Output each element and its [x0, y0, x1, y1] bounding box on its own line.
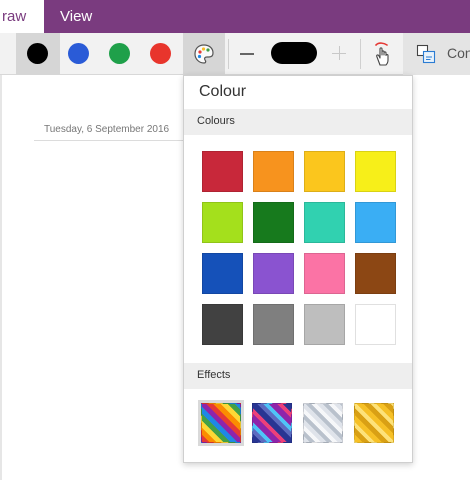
- colour-flyout: Colour Colours Effects: [183, 75, 413, 463]
- colour-swatch[interactable]: [355, 151, 396, 192]
- effect-gold-button[interactable]: [351, 400, 397, 446]
- convert-icon: [413, 33, 439, 75]
- colour-swatch[interactable]: [355, 304, 396, 345]
- tab-view[interactable]: View: [60, 0, 92, 33]
- page-date: Tuesday, 6 September 2016: [44, 124, 170, 135]
- effect-rainbow-swatch: [201, 403, 241, 443]
- colour-swatch[interactable]: [355, 202, 396, 243]
- palette-icon: [183, 33, 225, 75]
- tab-draw[interactable]: raw: [0, 0, 44, 33]
- effects-row: [198, 400, 398, 446]
- colour-swatch[interactable]: [355, 253, 396, 294]
- effect-silver-swatch: [303, 403, 343, 443]
- colour-swatch[interactable]: [253, 202, 294, 243]
- effect-silver-button[interactable]: [300, 400, 346, 446]
- effects-section-label: Effects: [197, 369, 231, 381]
- pen-color-blue[interactable]: [68, 43, 89, 64]
- draw-toolbar: Con: [0, 33, 470, 75]
- colour-swatch[interactable]: [304, 202, 345, 243]
- colour-swatch[interactable]: [304, 304, 345, 345]
- title-underline: [34, 140, 184, 141]
- palette-button[interactable]: [183, 33, 225, 75]
- colour-swatch[interactable]: [253, 304, 294, 345]
- pen-color-black[interactable]: [27, 43, 48, 64]
- flyout-title: Colour: [199, 83, 247, 100]
- effect-galaxy-button[interactable]: [249, 400, 295, 446]
- pen-color-green[interactable]: [109, 43, 130, 64]
- convert-label: Con: [447, 45, 470, 61]
- decrease-thickness-icon[interactable]: [240, 53, 254, 55]
- effect-gold-swatch: [354, 403, 394, 443]
- ribbon-tab-bar: raw View: [0, 0, 470, 33]
- effects-section-header: Effects: [184, 363, 412, 389]
- pen-color-red[interactable]: [150, 43, 171, 64]
- effect-rainbow-button[interactable]: [198, 400, 244, 446]
- colour-swatch[interactable]: [202, 304, 243, 345]
- colour-swatch[interactable]: [202, 253, 243, 294]
- effect-galaxy-swatch: [252, 403, 292, 443]
- touch-draw-icon[interactable]: [365, 33, 399, 75]
- colour-swatch[interactable]: [253, 253, 294, 294]
- colour-swatch[interactable]: [304, 151, 345, 192]
- colours-section-label: Colours: [197, 115, 235, 127]
- colour-swatch[interactable]: [304, 253, 345, 294]
- stroke-thickness-preview[interactable]: [271, 42, 317, 64]
- colour-swatch[interactable]: [202, 151, 243, 192]
- colour-grid: [202, 151, 398, 345]
- page-left-edge: [0, 75, 2, 480]
- colours-section-header: Colours: [184, 109, 412, 135]
- increase-thickness-icon-vertical: [339, 46, 340, 60]
- toolbar-divider: [228, 39, 229, 69]
- toolbar-divider: [360, 39, 361, 69]
- colour-swatch[interactable]: [253, 151, 294, 192]
- colour-swatch[interactable]: [202, 202, 243, 243]
